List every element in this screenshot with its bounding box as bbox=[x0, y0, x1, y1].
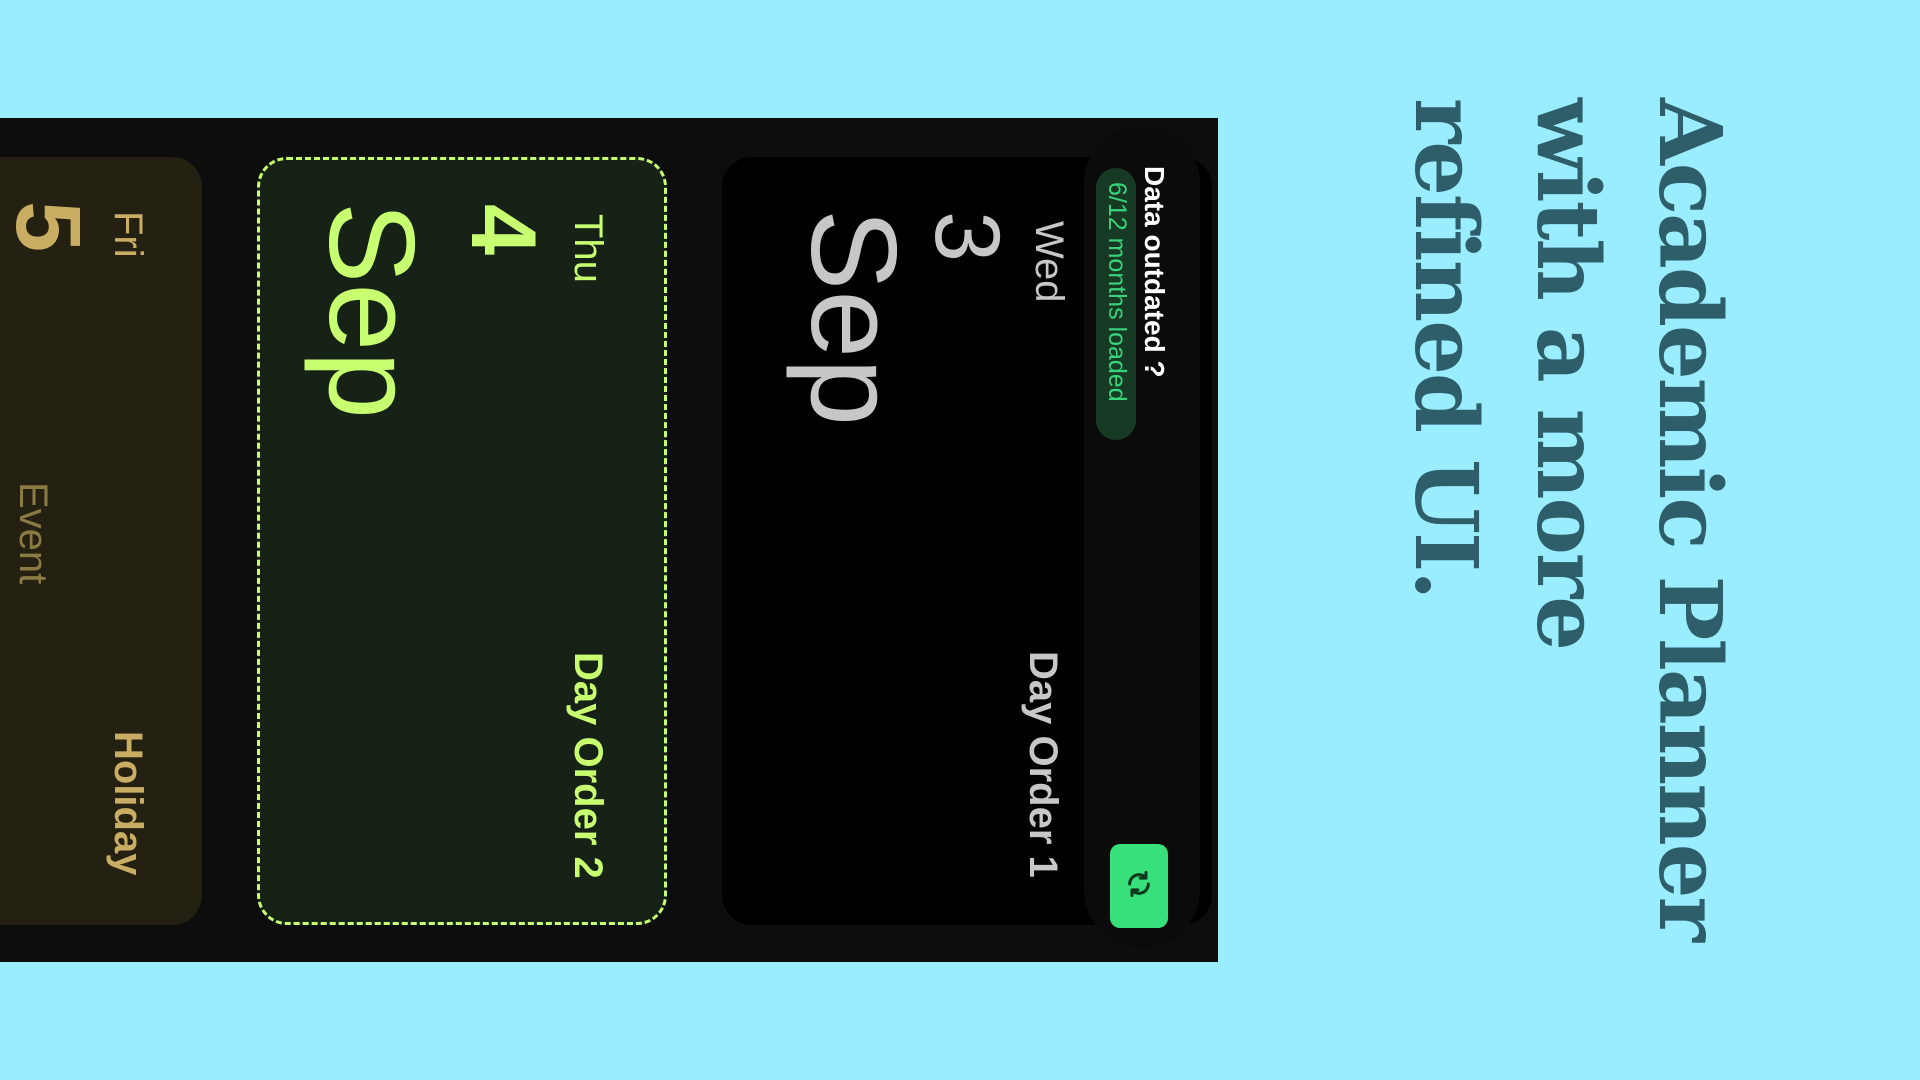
weekday-label: Fri bbox=[106, 211, 150, 258]
holiday-badge: Holiday bbox=[106, 731, 150, 876]
event-label: Event bbox=[11, 482, 55, 585]
date-number: 3 bbox=[916, 211, 1018, 263]
date-number: 5 bbox=[0, 201, 99, 253]
months-loaded-text: 6/12 months loaded bbox=[1103, 182, 1131, 402]
day-order-label: Day Order 1 bbox=[1021, 651, 1065, 878]
promo-headline: Academic Planner with a more refined UI. bbox=[1395, 98, 1740, 940]
day-card-thu-today[interactable]: Thu 4 Sep Day Order 2 bbox=[257, 157, 667, 925]
month-label: Sep bbox=[304, 202, 440, 420]
weekday-label: Thu bbox=[566, 214, 610, 283]
refresh-button[interactable] bbox=[1110, 844, 1168, 928]
day-order-label: Day Order 2 bbox=[566, 652, 610, 879]
refresh-icon bbox=[1125, 870, 1153, 903]
day-card-fri[interactable]: Fri 5 Event Holiday bbox=[0, 157, 202, 925]
weekday-label: Wed bbox=[1027, 221, 1071, 303]
month-label: Sep bbox=[786, 209, 922, 427]
planner-screen: Fri 5 Event Holiday Thu 4 Sep Day Order … bbox=[0, 118, 1218, 962]
months-loaded-pill: 6/12 months loaded bbox=[1096, 168, 1136, 440]
banner-title: Data outdated ? bbox=[1139, 166, 1170, 378]
data-outdated-banner: Data outdated ? 6/12 months loaded bbox=[1084, 126, 1200, 948]
date-number: 4 bbox=[452, 204, 554, 256]
